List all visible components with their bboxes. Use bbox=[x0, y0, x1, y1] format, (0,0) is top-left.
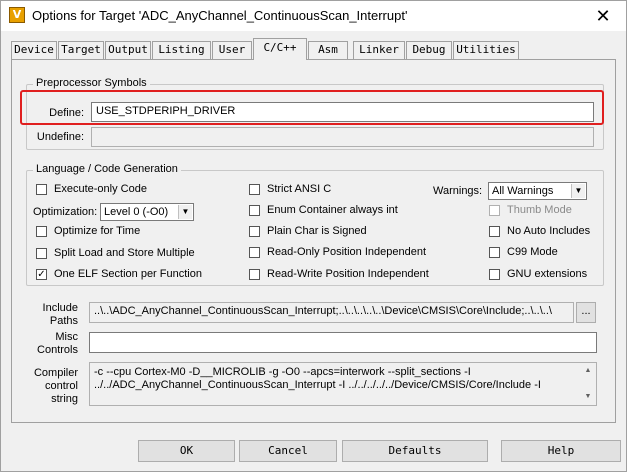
defaults-button[interactable]: Defaults bbox=[342, 440, 488, 462]
title-bar[interactable]: V Options for Target 'ADC_AnyChannel_Con… bbox=[1, 1, 626, 31]
c99-mode-label: C99 Mode bbox=[507, 246, 558, 258]
scroll-down-icon[interactable]: ▼ bbox=[581, 390, 595, 404]
optimization-value: Level 0 (-O0) bbox=[104, 206, 169, 218]
warnings-label: Warnings: bbox=[433, 185, 483, 197]
misc-label-line1: Misc bbox=[55, 331, 78, 343]
optimization-label: Optimization: bbox=[33, 206, 98, 218]
thumb-mode-label: Thumb Mode bbox=[507, 204, 572, 216]
compiler-label-line3: string bbox=[51, 393, 78, 405]
tab-output[interactable]: Output bbox=[105, 41, 151, 59]
one-elf-label: One ELF Section per Function bbox=[54, 268, 202, 280]
compiler-label-line2: control bbox=[44, 380, 78, 392]
chevron-down-icon[interactable]: ▼ bbox=[178, 205, 192, 219]
no-auto-includes-label: No Auto Includes bbox=[507, 225, 591, 237]
checkbox-box[interactable]: ✓ bbox=[36, 269, 47, 280]
tab-asm[interactable]: Asm bbox=[308, 41, 348, 59]
enum-container-label: Enum Container always int bbox=[267, 204, 398, 216]
compiler-string-label: Compiler control string bbox=[26, 367, 78, 406]
misc-controls-label: Misc Controls bbox=[26, 331, 78, 357]
options-dialog: V Options for Target 'ADC_AnyChannel_Con… bbox=[0, 0, 627, 472]
language-group: Language / Code Generation Execute-only … bbox=[26, 163, 604, 286]
include-label-line1: Include bbox=[42, 302, 78, 314]
checkbox-box[interactable] bbox=[489, 269, 500, 280]
checkbox-box[interactable] bbox=[249, 184, 260, 195]
include-paths-field[interactable]: ..\..\ADC_AnyChannel_ContinuousScan_Inte… bbox=[89, 302, 574, 323]
close-button[interactable]: ✕ bbox=[580, 1, 626, 31]
chevron-down-icon[interactable]: ▼ bbox=[571, 184, 585, 198]
optimize-time-label: Optimize for Time bbox=[54, 225, 141, 237]
compiler-string-scrollbar[interactable]: ▲ ▼ bbox=[581, 364, 595, 404]
compiler-string-line2: ../../ADC_AnyChannel_ContinuousScan_Inte… bbox=[94, 379, 541, 391]
checkbox-box[interactable] bbox=[36, 184, 47, 195]
checkbox-box[interactable] bbox=[489, 226, 500, 237]
include-paths-label: Include Paths bbox=[26, 302, 78, 328]
cancel-button[interactable]: Cancel bbox=[239, 440, 337, 462]
preprocessor-group: Preprocessor Symbols Define: USE_STDPERI… bbox=[26, 77, 604, 150]
strict-ansi-label: Strict ANSI C bbox=[267, 183, 332, 195]
close-icon: ✕ bbox=[595, 6, 611, 26]
warnings-dropdown[interactable]: All Warnings ▼ bbox=[488, 182, 587, 200]
tab-user[interactable]: User bbox=[212, 41, 252, 59]
c-cpp-panel: Preprocessor Symbols Define: USE_STDPERI… bbox=[11, 59, 616, 423]
checkbox-box[interactable] bbox=[249, 269, 260, 280]
undefine-label: Undefine: bbox=[36, 131, 84, 143]
include-label-line2: Paths bbox=[49, 315, 78, 327]
compiler-string-line1: -c --cpu Cortex-M0 -D__MICROLIB -g -O0 -… bbox=[94, 366, 471, 378]
tab-device[interactable]: Device bbox=[11, 41, 57, 59]
preprocessor-group-title: Preprocessor Symbols bbox=[33, 77, 150, 89]
optimization-dropdown[interactable]: Level 0 (-O0) ▼ bbox=[100, 203, 194, 221]
rw-position-label: Read-Write Position Independent bbox=[267, 268, 429, 280]
undefine-field[interactable] bbox=[91, 127, 594, 147]
plain-char-label: Plain Char is Signed bbox=[267, 225, 367, 237]
misc-label-line2: Controls bbox=[37, 344, 78, 356]
language-group-title: Language / Code Generation bbox=[33, 163, 181, 175]
checkbox-box[interactable] bbox=[489, 247, 500, 258]
tab-c-cpp[interactable]: C/C++ bbox=[253, 38, 307, 60]
checkbox-box[interactable] bbox=[36, 226, 47, 237]
warnings-value: All Warnings bbox=[492, 185, 554, 197]
tab-target[interactable]: Target bbox=[58, 41, 104, 59]
compiler-string-field[interactable]: -c --cpu Cortex-M0 -D__MICROLIB -g -O0 -… bbox=[89, 362, 597, 406]
ok-button[interactable]: OK bbox=[138, 440, 235, 462]
checkbox-box[interactable] bbox=[249, 226, 260, 237]
checkbox-box[interactable] bbox=[249, 247, 260, 258]
include-browse-button[interactable]: ... bbox=[576, 302, 596, 323]
split-load-label: Split Load and Store Multiple bbox=[54, 247, 195, 259]
execute-only-label: Execute-only Code bbox=[54, 183, 147, 195]
ro-position-label: Read-Only Position Independent bbox=[267, 246, 426, 258]
tab-linker[interactable]: Linker bbox=[353, 41, 405, 59]
help-button[interactable]: Help bbox=[501, 440, 621, 462]
checkbox-box[interactable] bbox=[36, 248, 47, 259]
misc-controls-field[interactable] bbox=[89, 332, 597, 353]
window-title: Options for Target 'ADC_AnyChannel_Conti… bbox=[32, 8, 408, 23]
tab-debug[interactable]: Debug bbox=[406, 41, 452, 59]
checkbox-box[interactable] bbox=[249, 205, 260, 216]
define-label: Define: bbox=[49, 107, 84, 119]
tab-listing[interactable]: Listing bbox=[152, 41, 211, 59]
scroll-up-icon[interactable]: ▲ bbox=[581, 364, 595, 378]
compiler-label-line1: Compiler bbox=[33, 367, 78, 379]
checkbox-box bbox=[489, 205, 500, 216]
define-field[interactable]: USE_STDPERIPH_DRIVER bbox=[91, 102, 594, 122]
keil-app-icon: V bbox=[9, 7, 25, 23]
tab-utilities[interactable]: Utilities bbox=[453, 41, 519, 59]
gnu-extensions-label: GNU extensions bbox=[507, 268, 588, 280]
